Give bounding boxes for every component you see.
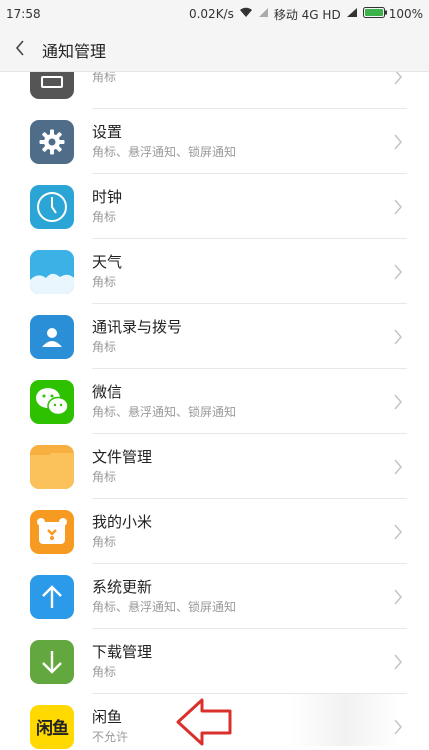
network-speed: 0.02K/s — [188, 7, 234, 21]
notification-summary: 角标 — [92, 210, 117, 224]
list-item[interactable]: 文件管理 角标 — [0, 434, 429, 499]
notification-summary: 角标、悬浮通知、锁屏通知 — [92, 600, 237, 614]
xianyu-icon: 闲鱼 — [30, 704, 74, 749]
app-icon-label: 闲鱼 — [36, 719, 69, 739]
list-item[interactable]: 系统更新角标、悬浮通知、锁屏通知 — [0, 564, 429, 629]
notification-summary: 角标、悬浮通知、锁屏通知 — [92, 405, 237, 419]
battery-percent: 100% — [388, 7, 423, 21]
app-list-content: 角标 设置 角标、悬浮通知、锁屏通知 时钟 角标 天气 角标 通讯录与拨号 角标 微信 角标、悬浮通… — [0, 72, 429, 750]
app-name: 文件管理 — [92, 448, 153, 466]
list-item[interactable]: 通讯录与拨号 角标 — [0, 304, 429, 369]
chevron-right-icon — [394, 459, 402, 474]
clock-icon — [30, 184, 74, 229]
signal-icon — [346, 7, 358, 21]
weather-icon — [30, 249, 74, 294]
chevron-right-icon — [394, 654, 402, 669]
carrier-label: 移动 4G HD — [273, 7, 341, 22]
list-item[interactable]: 我的小米 角标 — [0, 499, 429, 564]
arrow-up-icon — [30, 574, 74, 619]
back-button[interactable] — [0, 28, 40, 72]
app-name: 系统更新 — [92, 578, 153, 596]
arrow-down-icon — [30, 639, 74, 684]
title-bar: 通知管理 — [0, 28, 429, 72]
folder-icon — [30, 444, 74, 489]
notification-summary: 角标 — [92, 340, 117, 354]
red-arrow-annotation — [176, 698, 232, 746]
chevron-right-icon — [394, 72, 402, 84]
app-name: 微信 — [92, 383, 123, 401]
notification-summary: 角标、悬浮通知、锁屏通知 — [92, 145, 237, 159]
app-name: 设置 — [92, 123, 123, 141]
blurred-region — [290, 694, 400, 746]
status-time: 17:58 — [6, 7, 41, 21]
chevron-right-icon — [394, 394, 402, 409]
app-name: 下载管理 — [92, 643, 153, 661]
contacts-icon — [30, 314, 74, 359]
list-item[interactable]: 设置角标、悬浮通知、锁屏通知 — [0, 109, 429, 174]
app-list[interactable]: 角标 设置 角标、悬浮通知、锁屏通知 时钟 角标 天气 角标 通讯录与拨号 角标 微信 角标、悬浮通… — [0, 72, 429, 750]
partial-app-icon — [30, 72, 74, 99]
notification-summary: 角标 — [92, 535, 117, 549]
signal-muted-icon — [258, 7, 269, 21]
chevron-right-icon — [394, 329, 402, 344]
list-item[interactable]: 角标 — [0, 72, 429, 109]
notification-summary: 不允许 — [92, 730, 129, 744]
app-name: 闲鱼 — [92, 708, 123, 726]
notification-summary: 角标 — [92, 470, 117, 484]
list-item[interactable]: 微信角标、悬浮通知、锁屏通知 — [0, 369, 429, 434]
notification-summary: 角标 — [92, 275, 117, 289]
app-name: 我的小米 — [92, 513, 153, 531]
wifi-icon — [239, 7, 253, 21]
battery-icon — [362, 7, 387, 21]
chevron-right-icon — [394, 134, 402, 149]
status-bar: 17:58 0.02K/s 移动 4G HD 100% — [0, 0, 429, 28]
chevron-left-icon — [15, 39, 25, 60]
chevron-right-icon — [394, 589, 402, 604]
wechat-icon — [30, 379, 74, 424]
list-item[interactable]: 天气 角标 — [0, 239, 429, 304]
gear-icon — [30, 119, 74, 164]
mi-bear-icon — [30, 509, 74, 554]
chevron-right-icon — [394, 264, 402, 279]
app-name: 天气 — [92, 253, 123, 271]
list-item[interactable]: 时钟 角标 — [0, 174, 429, 239]
notification-summary: 角标 — [92, 72, 117, 84]
list-item[interactable]: 下载管理 角标 — [0, 629, 429, 694]
chevron-right-icon — [394, 199, 402, 214]
app-name: 时钟 — [92, 188, 123, 206]
chevron-right-icon — [394, 524, 402, 539]
battery-indicator: 100% — [362, 7, 423, 21]
app-name: 通讯录与拨号 — [92, 318, 183, 336]
notification-summary: 角标 — [92, 665, 117, 679]
page-title: 通知管理 — [42, 41, 107, 61]
